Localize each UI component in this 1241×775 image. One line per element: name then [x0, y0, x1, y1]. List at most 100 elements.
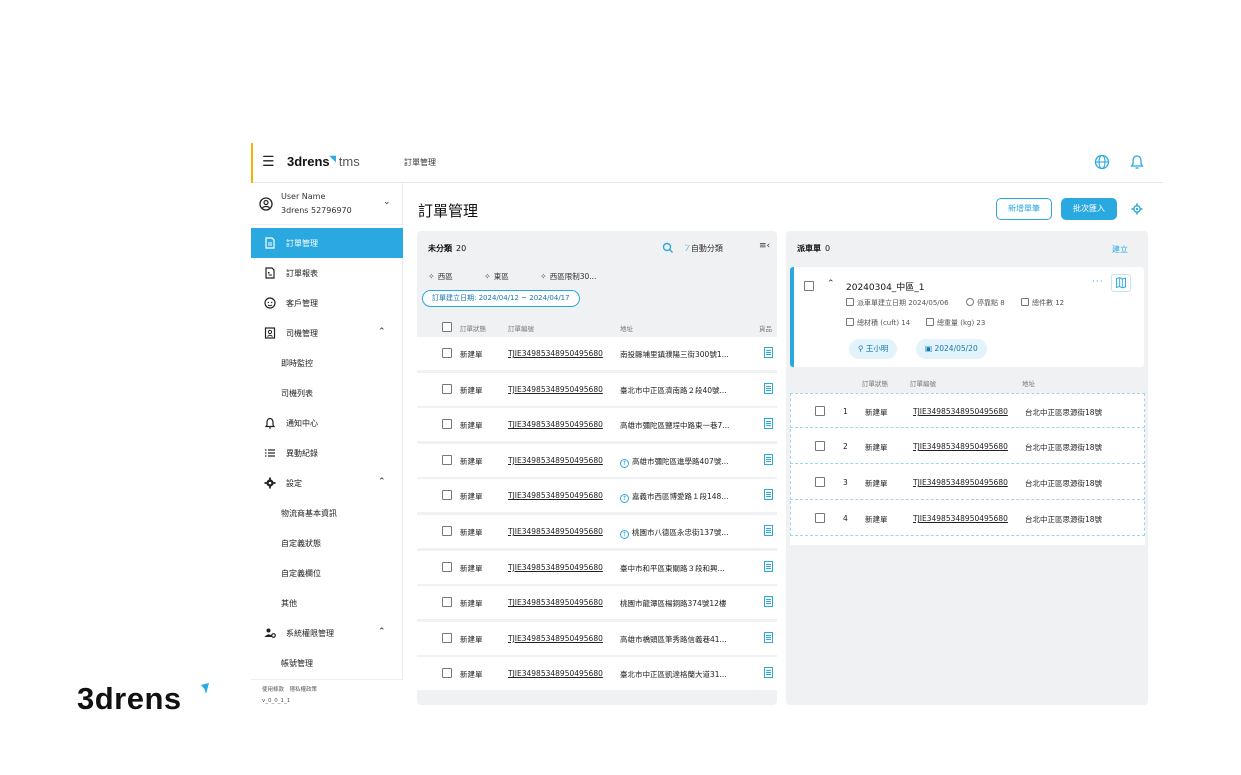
- row-checkbox[interactable]: [815, 513, 825, 523]
- order-number-link[interactable]: TJIE34985348950495680: [508, 349, 603, 358]
- globe-icon[interactable]: [1093, 153, 1111, 171]
- goods-document-icon[interactable]: [764, 560, 773, 572]
- user-profile[interactable]: User Name 3drens 52796970 ⌄: [251, 183, 403, 225]
- order-number-link[interactable]: TJIE34985348950495680: [508, 456, 603, 465]
- order-address: ↑ 桃園市八德區永忠街137號...: [620, 528, 729, 539]
- table-row[interactable]: 新建單 TJIE34985348950495680 臺北市中正區凱達格蘭大道31..…: [417, 657, 777, 691]
- order-number-link[interactable]: TJIE34985348950495680: [508, 669, 603, 678]
- table-row[interactable]: 新建單 TJIE34985348950495680 ↑ 桃園市八德區永忠街137號..…: [417, 515, 777, 548]
- chevron-up-icon[interactable]: ⌃: [378, 327, 386, 337]
- sidebar-item-notification-center[interactable]: 通知中心: [251, 408, 403, 438]
- sidebar-item-custom-status[interactable]: 自定義狀態: [251, 528, 403, 558]
- row-checkbox[interactable]: [442, 419, 452, 430]
- sidebar-item-logistics-info[interactable]: 物流商基本資訊: [251, 498, 403, 528]
- dispatch-card[interactable]: ⌃ 20240304_中區_1 ··· 派車單建立日期 2024/05/06 停…: [790, 267, 1144, 367]
- row-checkbox[interactable]: [442, 454, 452, 465]
- table-row[interactable]: 新建單 TJIE34985348950495680 高雄市彌陀區鹽埕中路東一巷7..…: [417, 408, 777, 442]
- chevron-up-icon[interactable]: ⌃: [827, 279, 835, 289]
- sidebar-item-customer-management[interactable]: 客戶管理: [251, 288, 403, 318]
- more-options-icon[interactable]: ···: [1092, 277, 1104, 287]
- order-number-link[interactable]: TJIE34985348950495680: [508, 563, 603, 572]
- table-row[interactable]: 新建單 TJIE34985348950495680 桃園市龍潭區楊銅路374號12樓: [417, 586, 777, 620]
- category-east[interactable]: ✧ 東區: [484, 271, 509, 282]
- dispatch-checkbox[interactable]: [804, 281, 814, 291]
- order-number-link[interactable]: TJIE34985348950495680: [508, 634, 603, 643]
- select-all-checkbox[interactable]: [442, 322, 452, 332]
- goods-document-icon[interactable]: [764, 631, 773, 643]
- row-checkbox[interactable]: [442, 526, 452, 536]
- goods-document-icon[interactable]: [764, 382, 773, 394]
- sidebar-item-custom-fields[interactable]: 自定義欄位: [251, 558, 403, 588]
- order-number-link[interactable]: TJIE34985348950495680: [913, 442, 1008, 451]
- sidebar-item-account-management[interactable]: 帳號管理: [251, 648, 403, 678]
- row-checkbox[interactable]: [442, 348, 452, 358]
- order-number-link[interactable]: TJIE34985348950495680: [508, 420, 603, 429]
- settings-gear-icon[interactable]: [1131, 203, 1143, 215]
- driver-chip[interactable]: ⚲ 王小明: [849, 339, 898, 359]
- batch-import-button[interactable]: 批次匯入: [1061, 198, 1117, 220]
- sidebar-item-permissions[interactable]: 系統權限管理 ⌃: [251, 618, 403, 648]
- sidebar-item-order-management[interactable]: 訂單管理: [251, 228, 403, 258]
- goods-document-icon[interactable]: [764, 596, 773, 608]
- category-west-limit[interactable]: ✧ 西區限制30...: [540, 271, 596, 282]
- order-number-link[interactable]: TJIE34985348950495680: [913, 407, 1008, 416]
- order-number-link[interactable]: TJIE34985348950495680: [508, 385, 603, 394]
- chevron-up-icon[interactable]: ⌃: [378, 477, 386, 487]
- table-row[interactable]: 新建單 TJIE34985348950495680 臺中市和平區東關路３段和興...: [417, 550, 777, 584]
- row-checkbox[interactable]: [442, 490, 452, 501]
- sidebar-item-change-log[interactable]: 異動紀錄: [251, 438, 403, 468]
- sidebar-item-order-report[interactable]: 訂單報表: [251, 258, 403, 288]
- date-filter-chip[interactable]: 訂單建立日期: 2024/04/12 ~ 2024/04/17: [422, 290, 580, 307]
- order-address: 臺中市和平區東關路３段和興...: [620, 563, 725, 573]
- row-checkbox[interactable]: [442, 597, 452, 608]
- row-checkbox[interactable]: [442, 383, 452, 394]
- order-number-link[interactable]: TJIE34985348950495680: [508, 598, 603, 607]
- goods-document-icon[interactable]: [764, 525, 773, 536]
- row-checkbox[interactable]: [815, 406, 825, 416]
- order-number-link[interactable]: TJIE34985348950495680: [913, 514, 1008, 523]
- collapse-menu-icon[interactable]: ≡‹: [759, 241, 770, 251]
- sidebar-item-driver-list[interactable]: 司機列表: [251, 378, 403, 408]
- goods-document-icon[interactable]: [764, 418, 773, 430]
- row-checkbox[interactable]: [442, 668, 452, 679]
- sidebar-item-settings[interactable]: 設定 ⌃: [251, 468, 403, 498]
- order-number-link[interactable]: TJIE34985348950495680: [913, 478, 1008, 487]
- footer-links[interactable]: 使用條款 隱私權政策: [262, 685, 317, 693]
- table-row[interactable]: 新建單 TJIE34985348950495680 ↑ 嘉義市西區博愛路１段148..…: [417, 479, 777, 513]
- app-logo[interactable]: 3drens◥ tms: [287, 154, 360, 169]
- goods-document-icon[interactable]: [764, 667, 773, 679]
- dispatch-row[interactable]: 3 新建單 TJIE34985348950495680 台北中正區思源街18號: [790, 465, 1145, 500]
- dispatch-date-chip[interactable]: ▣ 2024/05/20: [916, 339, 987, 359]
- table-row[interactable]: 新建單 TJIE34985348950495680 ↑ 高雄市彌陀區進學路407號..…: [417, 443, 777, 477]
- chevron-down-icon[interactable]: ⌄: [383, 197, 391, 207]
- notification-bell-icon[interactable]: [1129, 153, 1145, 171]
- auto-classify-button[interactable]: ⁄̈ 自動分類: [687, 243, 723, 254]
- table-row[interactable]: 新建單 TJIE34985348950495680 高雄市橋頭區筆秀路信義巷41..…: [417, 621, 777, 655]
- dispatch-row[interactable]: 1 新建單 TJIE34985348950495680 台北中正區思源街18號: [790, 393, 1145, 428]
- goods-document-icon[interactable]: [764, 453, 773, 465]
- goods-document-icon[interactable]: [764, 347, 773, 358]
- row-checkbox[interactable]: [442, 561, 452, 572]
- map-icon[interactable]: [1111, 274, 1131, 292]
- sidebar-item-driver-management[interactable]: 司機管理 ⌃: [251, 318, 403, 348]
- create-dispatch-button[interactable]: 建立: [1112, 244, 1128, 255]
- order-number-link[interactable]: TJIE34985348950495680: [508, 491, 603, 500]
- dispatch-row[interactable]: 2 新建單 TJIE34985348950495680 台北中正區思源街18號: [790, 429, 1145, 464]
- hamburger-menu-icon[interactable]: ☰: [262, 155, 276, 169]
- row-checkbox[interactable]: [815, 477, 825, 487]
- dispatch-weight: 總重量 (kg) 23: [926, 318, 985, 328]
- new-order-button[interactable]: 新增單筆: [996, 198, 1052, 220]
- sidebar-item-other[interactable]: 其他: [251, 588, 403, 618]
- goods-document-icon[interactable]: [764, 489, 773, 501]
- sidebar-item-live-monitor[interactable]: 即時監控: [251, 348, 403, 378]
- table-row[interactable]: 新建單 TJIE34985348950495680 臺北市中正區濟南路２段40號..…: [417, 372, 777, 406]
- row-checkbox[interactable]: [442, 632, 452, 643]
- row-checkbox[interactable]: [815, 441, 825, 451]
- dispatch-row[interactable]: 4 新建單 TJIE34985348950495680 台北中正區思源街18號: [790, 501, 1145, 536]
- category-west[interactable]: ✧ 西區: [428, 271, 453, 282]
- chevron-up-icon[interactable]: ⌃: [378, 627, 386, 637]
- order-number-link[interactable]: TJIE34985348950495680: [508, 527, 603, 536]
- search-icon[interactable]: [662, 242, 674, 254]
- table-row[interactable]: 新建單 TJIE34985348950495680 南投縣埔里鎮濮陽三街300號1.…: [417, 337, 777, 370]
- dispatch-stops: 停靠點 8: [966, 298, 1005, 308]
